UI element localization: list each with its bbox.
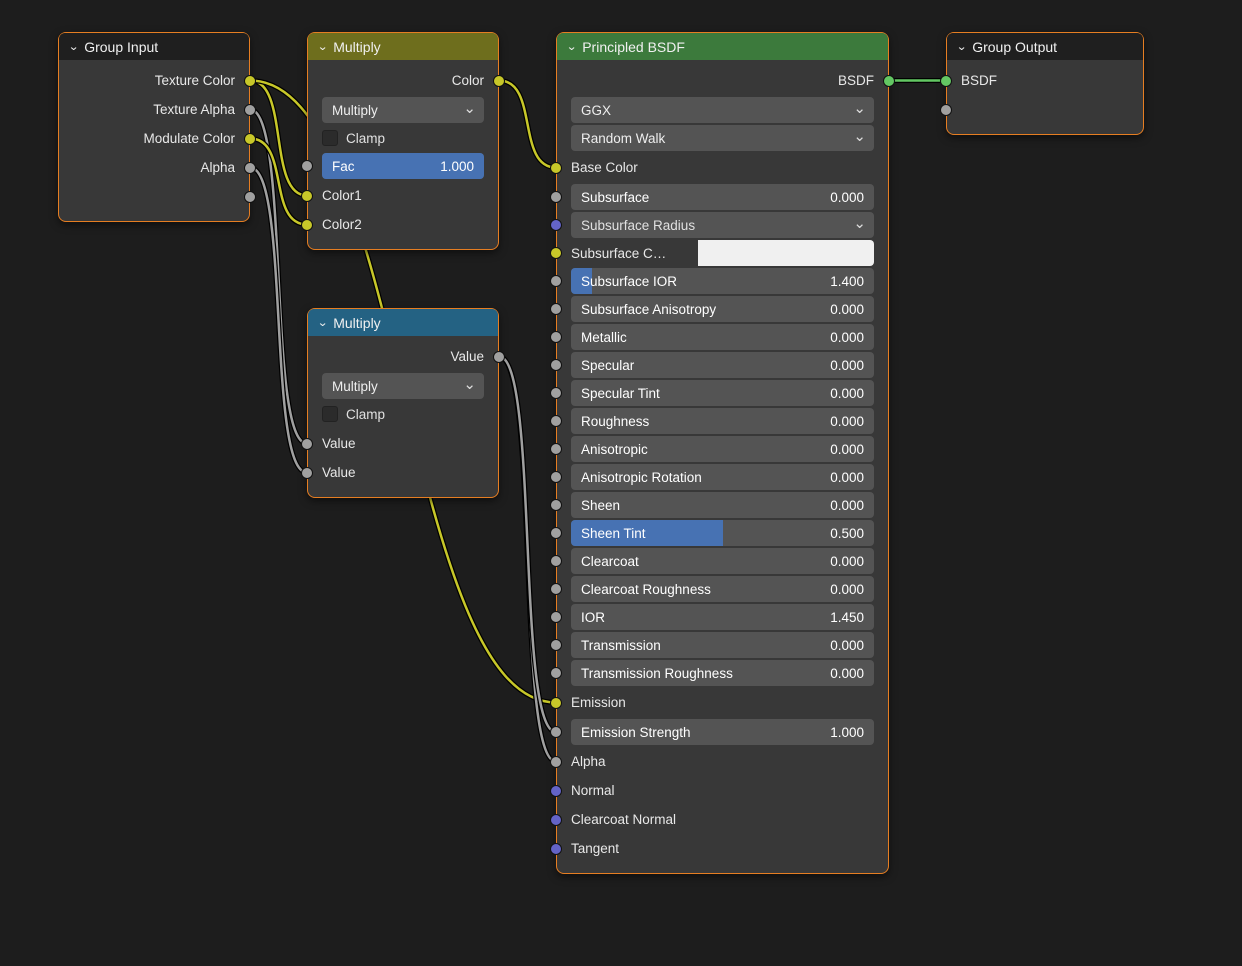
socket-clearcoat[interactable] [550,555,562,567]
socket-value-out[interactable] [493,351,505,363]
emission-strength-slider[interactable]: Emission Strength 1.000 [571,719,874,745]
clearcoat-roughness-slider[interactable]: Clearcoat Roughness0.000 [571,576,874,602]
socket-sheen[interactable] [550,499,562,511]
mix-rgb-header[interactable]: ⌄ Multiply [308,33,498,60]
sheen-tint-slider[interactable]: Sheen Tint0.500 [571,520,874,546]
socket-subsurface-radius[interactable] [550,219,562,231]
socket-subsurface-ior[interactable] [550,275,562,287]
subsurface-slider[interactable]: Subsurface0.000 [571,184,874,210]
socket-color2[interactable] [301,219,313,231]
group-input-header[interactable]: ⌄ Group Input [59,33,249,60]
socket-alpha[interactable] [244,162,256,174]
socket-normal[interactable] [550,785,562,797]
socket-tangent[interactable] [550,843,562,855]
socket-alpha[interactable] [550,756,562,768]
node-title: Group Input [84,39,158,55]
socket-clearcoat-roughness[interactable] [550,583,562,595]
socket-texture-alpha[interactable] [244,104,256,116]
socket-clearcoat-normal[interactable] [550,814,562,826]
socket-subsurface-color[interactable] [550,247,562,259]
node-title: Multiply [333,39,380,55]
socket-anisotropic-rotation[interactable] [550,471,562,483]
socket-virtual[interactable] [940,104,952,116]
specular-slider[interactable]: Specular0.000 [571,352,874,378]
chevron-down-icon: ⌄ [317,316,328,329]
socket-roughness[interactable] [550,415,562,427]
socket-emission-strength[interactable] [550,726,562,738]
sheen-slider[interactable]: Sheen0.000 [571,492,874,518]
socket-sheen-tint[interactable] [550,527,562,539]
distribution-select[interactable]: GGX [571,97,874,123]
socket-ior[interactable] [550,611,562,623]
chevron-down-icon: ⌄ [566,40,577,53]
metallic-slider[interactable]: Metallic0.000 [571,324,874,350]
checkbox-icon [322,406,338,422]
subsurface-radius-select[interactable]: Subsurface Radius [571,212,874,238]
chevron-down-icon: ⌄ [956,40,967,53]
socket-base-color[interactable] [550,162,562,174]
socket-fac[interactable] [301,160,313,172]
subsurface-method-select[interactable]: Random Walk [571,125,874,151]
principled-bsdf-node[interactable]: ⌄ Principled BSDF BSDF GGX Random Walk B… [556,32,889,874]
ior-slider[interactable]: IOR1.450 [571,604,874,630]
socket-color1[interactable] [301,190,313,202]
math-node[interactable]: ⌄ Multiply Value Multiply Clamp Value Va… [307,308,499,498]
anisotropic-rotation-slider[interactable]: Anisotropic Rotation0.000 [571,464,874,490]
subsurface-ior-slider[interactable]: Subsurface IOR1.400 [571,268,874,294]
clamp-checkbox[interactable]: Clamp [322,401,484,427]
socket-transmission-roughness[interactable] [550,667,562,679]
blend-mode-select[interactable]: Multiply [322,97,484,123]
socket-value-a[interactable] [301,438,313,450]
socket-bsdf-in[interactable] [940,75,952,87]
subsurface-color-swatch[interactable] [571,240,874,266]
roughness-slider[interactable]: Roughness0.000 [571,408,874,434]
node-title: Principled BSDF [582,39,685,55]
socket-anisotropic[interactable] [550,443,562,455]
socket-specular[interactable] [550,359,562,371]
socket-color-out[interactable] [493,75,505,87]
chevron-down-icon: ⌄ [68,40,79,53]
chevron-down-icon: ⌄ [317,40,328,53]
transmission-slider[interactable]: Transmission0.000 [571,632,874,658]
socket-emission[interactable] [550,697,562,709]
socket-metallic[interactable] [550,331,562,343]
math-header[interactable]: ⌄ Multiply [308,309,498,336]
subsurface-anisotropy-slider[interactable]: Subsurface Anisotropy0.000 [571,296,874,322]
socket-subsurface-anisotropy[interactable] [550,303,562,315]
transmission-roughness-slider[interactable]: Transmission Roughness0.000 [571,660,874,686]
socket-subsurface[interactable] [550,191,562,203]
fac-slider[interactable]: Fac 1.000 [322,153,484,179]
socket-texture-color[interactable] [244,75,256,87]
socket-specular-tint[interactable] [550,387,562,399]
bsdf-header[interactable]: ⌄ Principled BSDF [557,33,888,60]
socket-virtual[interactable] [244,191,256,203]
group-output-header[interactable]: ⌄ Group Output [947,33,1143,60]
socket-value-b[interactable] [301,467,313,479]
specular-tint-slider[interactable]: Specular Tint0.000 [571,380,874,406]
group-input-node[interactable]: ⌄ Group Input Texture Color Texture Alph… [58,32,250,222]
socket-modulate-color[interactable] [244,133,256,145]
node-title: Group Output [972,39,1057,55]
operation-select[interactable]: Multiply [322,373,484,399]
mix-rgb-node[interactable]: ⌄ Multiply Color Multiply Clamp Fac 1.00… [307,32,499,250]
clamp-checkbox[interactable]: Clamp [322,125,484,151]
group-output-node[interactable]: ⌄ Group Output BSDF [946,32,1144,135]
node-title: Multiply [333,315,380,331]
socket-bsdf-out[interactable] [883,75,895,87]
socket-transmission[interactable] [550,639,562,651]
anisotropic-slider[interactable]: Anisotropic0.000 [571,436,874,462]
clearcoat-slider[interactable]: Clearcoat0.000 [571,548,874,574]
checkbox-icon [322,130,338,146]
